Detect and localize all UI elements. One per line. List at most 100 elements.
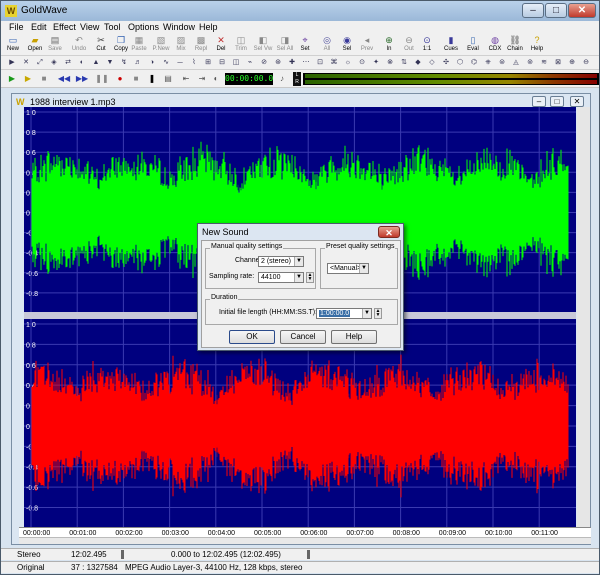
cancel-button[interactable]: Cancel [280, 330, 326, 344]
effect-tool-icon[interactable]: ✣ [441, 58, 451, 68]
rewind-icon[interactable]: ◀◀ [57, 73, 71, 85]
play-icon[interactable]: ▶ [5, 73, 19, 85]
close-button[interactable]: ✕ [568, 3, 596, 18]
effect-tool-icon[interactable]: ✦ [371, 58, 381, 68]
effect-tool-icon[interactable]: ⏤ [175, 58, 185, 68]
menu-edit[interactable]: Edit [31, 22, 47, 32]
record-stop-icon[interactable]: ■ [129, 73, 143, 85]
horizontal-scrollbar[interactable] [19, 537, 591, 544]
record-icon[interactable]: ● [113, 73, 127, 85]
effect-tool-icon[interactable]: ⌇ [189, 58, 199, 68]
sampling-rate-select[interactable]: 44100 ▼ [258, 272, 304, 283]
toolbar-save-button[interactable]: ▤ Save [44, 35, 66, 55]
dialog-close-button[interactable]: ✕ [378, 226, 400, 238]
effect-tool-icon[interactable]: ≋ [539, 58, 549, 68]
effect-tool-icon[interactable]: ⌁ [245, 58, 255, 68]
effect-tool-icon[interactable]: ☼ [343, 58, 353, 68]
effect-tool-icon[interactable]: ⊠ [553, 58, 563, 68]
toolbar-paste-button[interactable]: ▦ Paste [128, 35, 150, 55]
toolbar-chain-button[interactable]: ⛓ Chain [504, 35, 526, 55]
effect-tool-icon[interactable]: ◑ [147, 58, 157, 68]
initial-length-input[interactable]: 1:00:00.0 ▼ [316, 308, 372, 319]
effect-tool-icon[interactable]: ⎈ [483, 58, 493, 68]
toolbar-p-new-button[interactable]: ▧ P.New [150, 35, 172, 55]
effect-tool-icon[interactable]: ◐ [77, 58, 87, 68]
vertical-scrollbar[interactable] [577, 107, 590, 527]
play-selection-icon[interactable]: ▶ [21, 73, 35, 85]
doc-maximize-button[interactable]: □ [550, 96, 564, 107]
menu-tool[interactable]: Tool [104, 22, 121, 32]
menu-file[interactable]: File [9, 22, 24, 32]
sampling-rate-spinner[interactable]: ▲ ▼ [306, 272, 314, 283]
doc-minimize-button[interactable]: – [532, 96, 546, 107]
effect-tool-icon[interactable]: ⊜ [497, 58, 507, 68]
toolbar-eval-button[interactable]: ▯ Eval [462, 35, 484, 55]
toolbar-set-button[interactable]: ⌖ Set [294, 35, 316, 55]
effect-tool-icon[interactable]: ⊘ [259, 58, 269, 68]
effect-tool-icon[interactable]: ⊚ [525, 58, 535, 68]
ok-button[interactable]: OK [229, 330, 275, 344]
effect-tool-icon[interactable]: ⊕ [567, 58, 577, 68]
effect-tool-icon[interactable]: ⇅ [399, 58, 409, 68]
effect-tool-icon[interactable]: ♬ [133, 58, 143, 68]
menu-options[interactable]: Options [128, 22, 159, 32]
toolbar-sel-vw-button[interactable]: ◧ Sel Vw [252, 35, 274, 55]
toolbar-cut-button[interactable]: ✂ Cut [90, 35, 112, 55]
chevron-down-icon[interactable]: ▼ [294, 273, 303, 282]
mono-icon[interactable]: ♪ [275, 73, 289, 85]
effect-tool-icon[interactable]: ↯ [119, 58, 129, 68]
toolbar-sel-all-button[interactable]: ◨ Sel All [274, 35, 296, 55]
effect-tool-icon[interactable]: ◫ [231, 58, 241, 68]
toolbar-trim-button[interactable]: ◫ Trim [230, 35, 252, 55]
toolbar-help-button[interactable]: ? Help [526, 35, 548, 55]
preset-select[interactable]: <Manual> ▼ [327, 263, 369, 274]
effect-tool-icon[interactable]: ⤢ [35, 58, 45, 68]
toolbar-undo-button[interactable]: ↶ Undo [68, 35, 90, 55]
menu-effect[interactable]: Effect [53, 22, 76, 32]
record-pause-icon[interactable]: ❚ [145, 73, 159, 85]
menu-view[interactable]: View [80, 22, 99, 32]
marker-left-icon[interactable]: ⇤ [179, 73, 193, 85]
title-bar[interactable]: W GoldWave – □ ✕ [1, 1, 599, 21]
control-properties-icon[interactable]: ▤ [161, 73, 175, 85]
toolbar-new-button[interactable]: ▭ New [2, 35, 24, 55]
toolbar-sel-button[interactable]: ◉ Sel [336, 35, 358, 55]
marker-right-icon[interactable]: ⇥ [195, 73, 209, 85]
stop-icon[interactable]: ■ [37, 73, 51, 85]
help-button[interactable]: Help [331, 330, 377, 344]
effect-tool-icon[interactable]: ⬡ [455, 58, 465, 68]
volume-icon[interactable]: ◐ [209, 73, 223, 85]
effect-tool-icon[interactable]: ▼ [105, 58, 115, 68]
minimize-button[interactable]: – [522, 3, 544, 18]
toolbar-prev-button[interactable]: ◂ Prev [356, 35, 378, 55]
initial-length-spinner[interactable]: ▲ ▼ [374, 308, 382, 319]
effect-tool-icon[interactable]: ✚ [287, 58, 297, 68]
toolbar-repl-button[interactable]: ▩ Repl [190, 35, 212, 55]
effect-tool-icon[interactable]: ⇄ [63, 58, 73, 68]
menu-help[interactable]: Help [199, 22, 218, 32]
effect-tool-icon[interactable]: ⊛ [273, 58, 283, 68]
menu-window[interactable]: Window [163, 22, 195, 32]
channels-select[interactable]: 2 (stereo) ▼ [258, 256, 304, 267]
effect-tool-icon[interactable]: ⊙ [357, 58, 367, 68]
effect-tool-icon[interactable]: ⊗ [385, 58, 395, 68]
toolbar-mix-button[interactable]: ▨ Mix [170, 35, 192, 55]
effect-tool-icon[interactable]: ⊟ [217, 58, 227, 68]
maximize-button[interactable]: □ [545, 3, 567, 18]
toolbar-in-button[interactable]: ⊕ In [378, 35, 400, 55]
toolbar-all-button[interactable]: ◎ All [316, 35, 338, 55]
toolbar-1-1-button[interactable]: ⊙ 1:1 [416, 35, 438, 55]
effect-tool-icon[interactable]: ⌬ [469, 58, 479, 68]
effect-tool-icon[interactable]: ⊖ [581, 58, 591, 68]
effect-tool-icon[interactable]: ✕ [21, 58, 31, 68]
effect-tool-icon[interactable]: ⋯ [301, 58, 311, 68]
effect-tool-icon[interactable]: ◬ [511, 58, 521, 68]
effect-tool-icon[interactable]: ◆ [413, 58, 423, 68]
chevron-down-icon[interactable]: ▼ [359, 264, 368, 273]
chevron-down-icon[interactable]: ▼ [362, 309, 371, 318]
toolbar-cues-button[interactable]: ▮ Cues [440, 35, 462, 55]
effect-tool-icon[interactable]: ▶ [7, 58, 17, 68]
toolbar-del-button[interactable]: ✕ Del [210, 35, 232, 55]
pause-icon[interactable]: ❚❚ [95, 73, 109, 85]
effect-tool-icon[interactable]: ⌘ [329, 58, 339, 68]
